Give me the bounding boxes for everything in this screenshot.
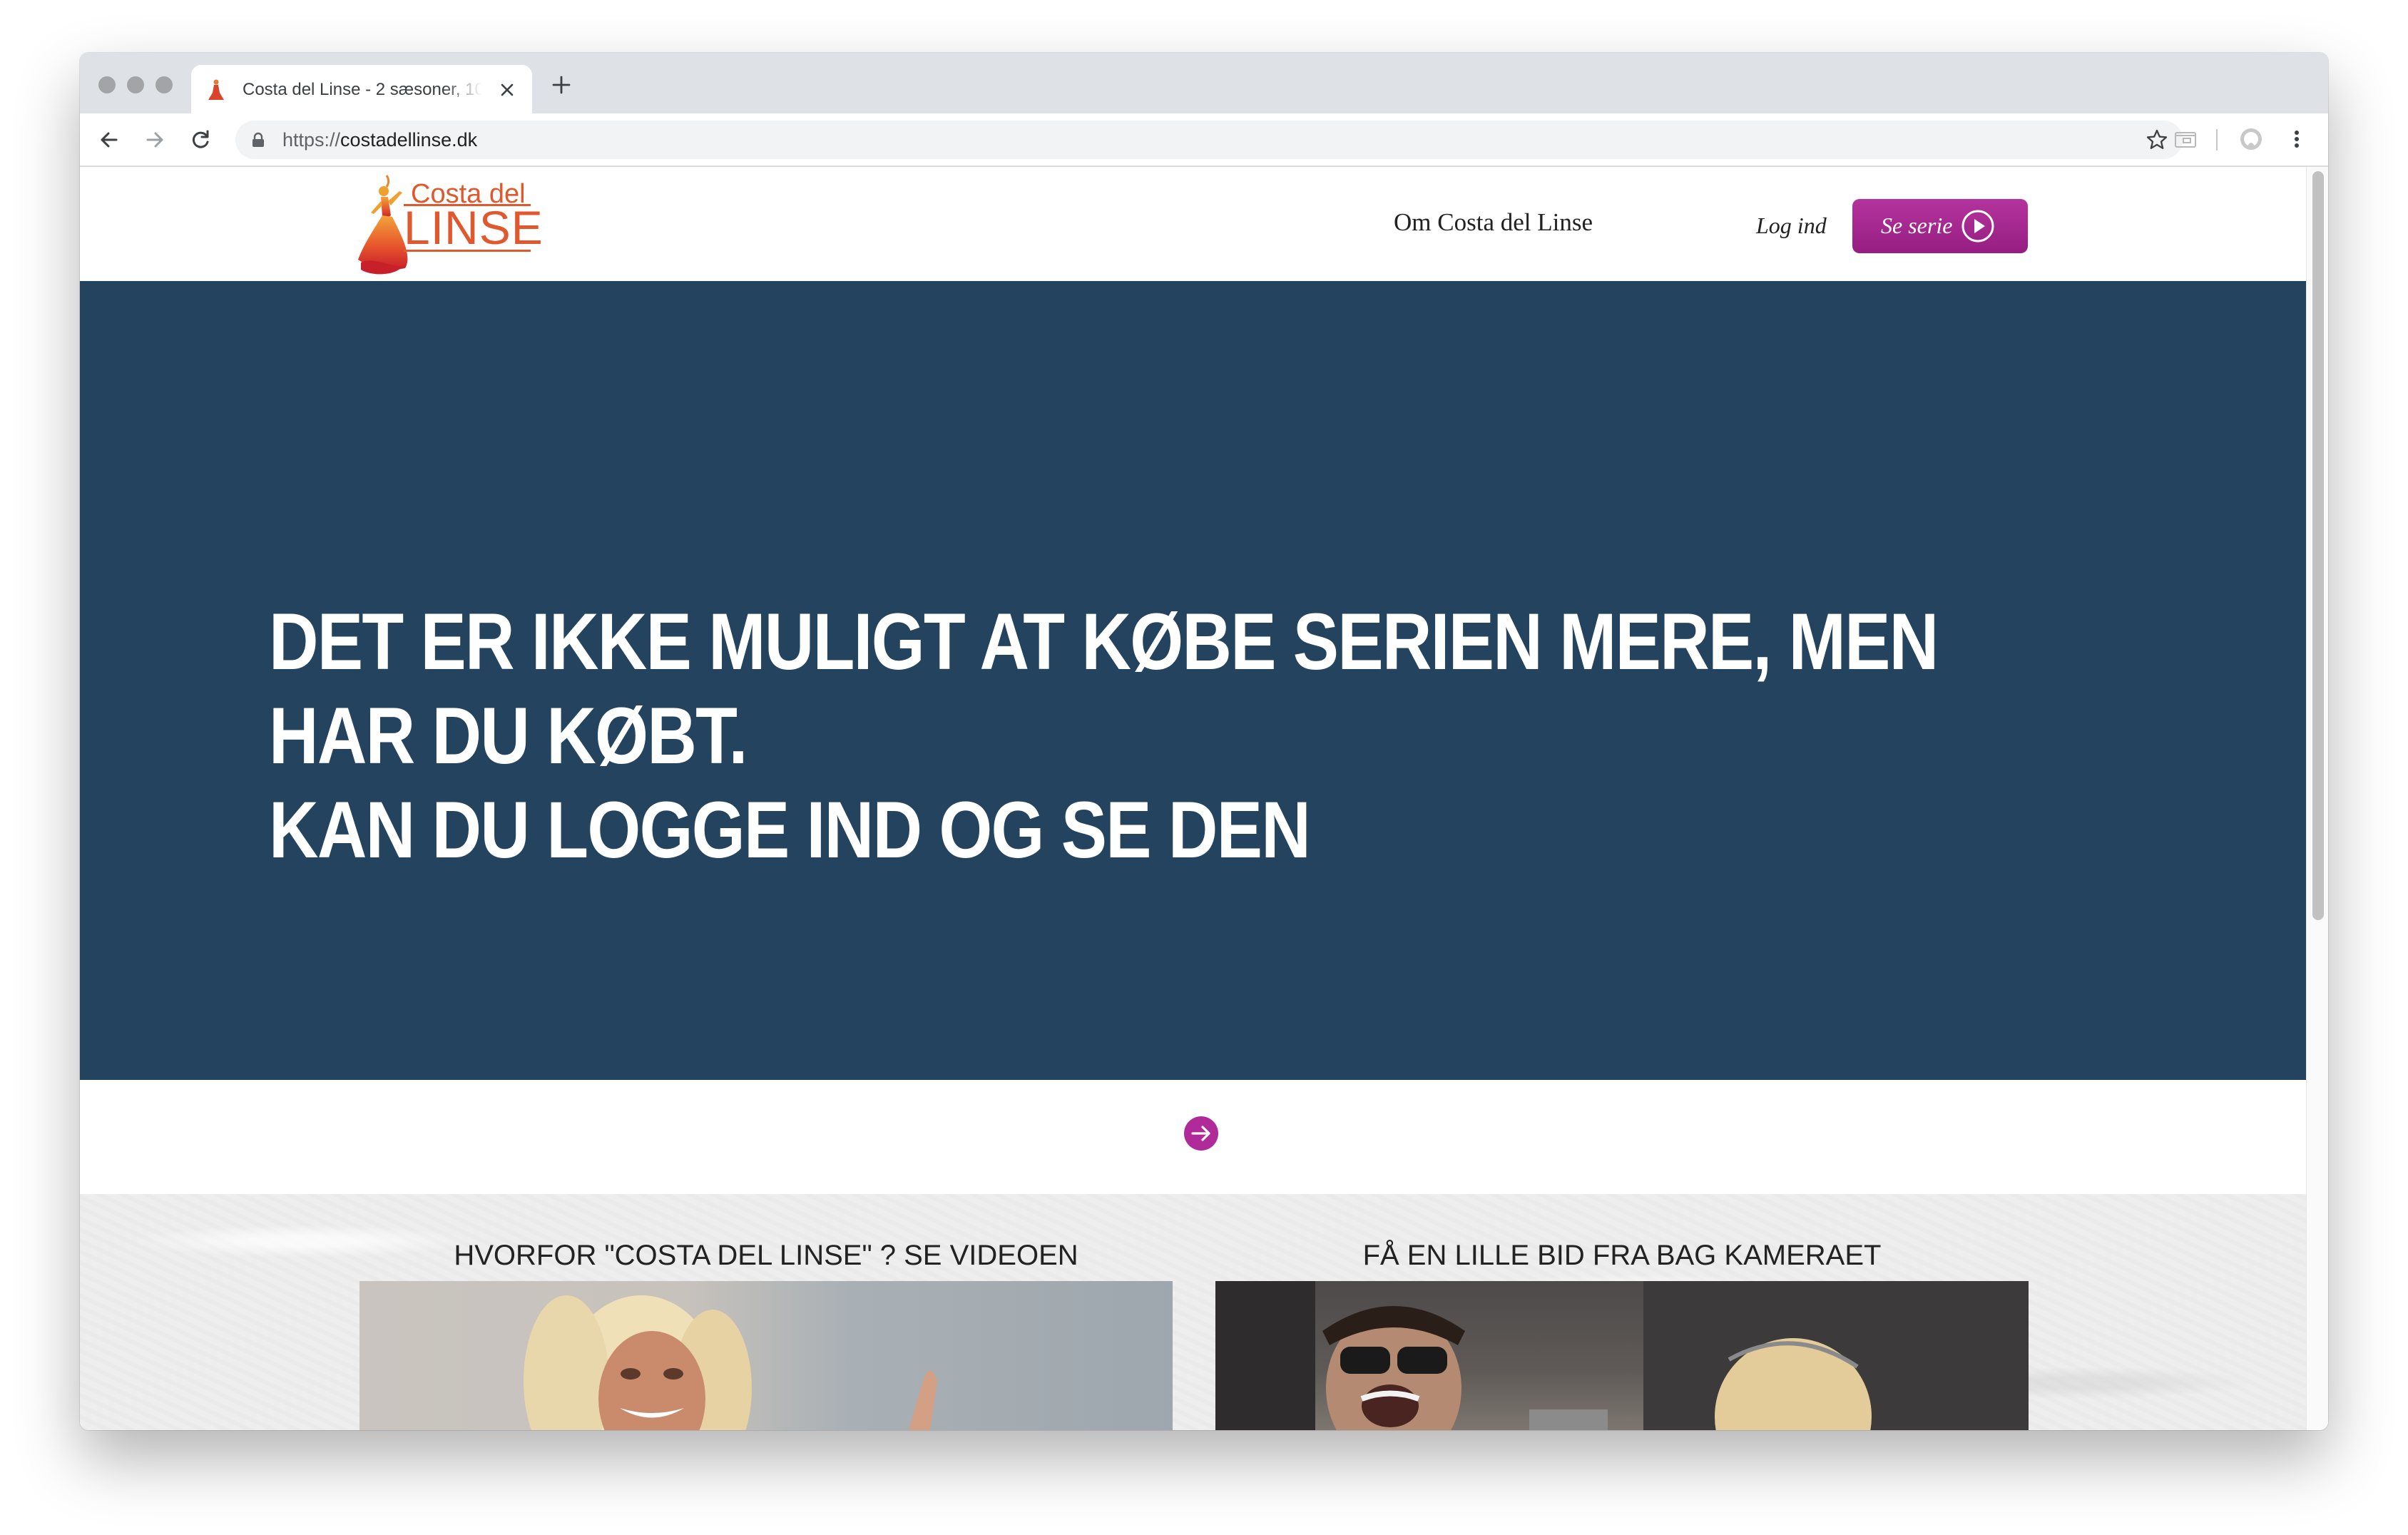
url-text: https://costadellinse.dk	[282, 128, 477, 151]
play-circle-icon	[1961, 210, 1994, 243]
nav-link-login[interactable]: Log ind	[1756, 211, 1827, 240]
lock-icon	[252, 132, 264, 147]
window-minimize-dot[interactable]	[127, 76, 144, 93]
more-menu-icon[interactable]	[2284, 126, 2310, 152]
back-arrow-icon[interactable]	[97, 128, 121, 152]
video-title-why: HVORFOR "COSTA DEL LINSE" ? SE VIDEOEN	[454, 1240, 1078, 1271]
extension-folder-icon[interactable]	[2173, 126, 2198, 152]
window-close-dot[interactable]	[98, 76, 116, 93]
logo-rule-top	[404, 204, 531, 206]
logo-text-linse: LINSE	[404, 201, 544, 254]
nav-link-about[interactable]: Om Costa del Linse	[1394, 207, 1593, 238]
video-thumbnail-behind-camera[interactable]	[1215, 1281, 2029, 1430]
window-zoom-dot[interactable]	[155, 76, 173, 93]
hero-banner: DET ER IKKE MULIGT AT KØBE SERIEN MERE, …	[80, 281, 2307, 1080]
close-tab-icon[interactable]	[498, 81, 516, 99]
address-bar[interactable]: https://costadellinse.dk	[235, 121, 2183, 159]
woman-portrait-image	[524, 1295, 937, 1430]
video-section: HVORFOR "COSTA DEL LINSE" ? SE VIDEOEN F…	[80, 1194, 2307, 1430]
hero-headline: DET ER IKKE MULIGT AT KØBE SERIEN MERE, …	[269, 597, 1939, 874]
site-header: Costa del LINSE Om Costa del Linse Log i…	[80, 167, 2307, 281]
video-title-behind-camera: FÅ EN LILLE BID FRA BAG KAMERAET	[1362, 1240, 1882, 1271]
bookmark-star-icon[interactable]	[2146, 128, 2168, 151]
browser-tab[interactable]: Costa del Linse - 2 sæsoner, 10	[191, 65, 532, 113]
profile-avatar-icon[interactable]	[2238, 126, 2264, 152]
toolbar-separator	[2216, 129, 2218, 151]
watch-series-button[interactable]: Se serie	[1852, 199, 2028, 253]
site-favicon-icon	[208, 79, 224, 100]
logo-rule-bottom	[404, 250, 531, 252]
tab-strip: Costa del Linse - 2 sæsoner, 10	[80, 53, 2328, 113]
site-logo[interactable]: Costa del LINSE	[355, 173, 543, 277]
page-scrollbar[interactable]	[2306, 167, 2328, 1430]
new-tab-plus-icon[interactable]	[551, 74, 572, 96]
arrow-right-circle-icon[interactable]	[1183, 1116, 1219, 1151]
reload-icon[interactable]	[188, 128, 213, 152]
car-selfie-image	[1215, 1281, 2029, 1430]
url-scheme: https://	[282, 129, 341, 151]
page-viewport: Costa del LINSE Om Costa del Linse Log i…	[80, 167, 2328, 1430]
browser-toolbar: https://costadellinse.dk	[80, 113, 2328, 167]
forward-arrow-icon[interactable]	[143, 128, 167, 152]
scrollbar-thumb[interactable]	[2312, 171, 2324, 920]
tab-title: Costa del Linse - 2 sæsoner, 10	[243, 80, 482, 99]
watch-series-label: Se serie	[1881, 213, 1953, 238]
url-host: costadellinse.dk	[340, 129, 478, 151]
video-thumbnail-why[interactable]	[359, 1281, 1173, 1430]
browser-window: Costa del Linse - 2 sæsoner, 10 https://…	[80, 53, 2328, 1430]
